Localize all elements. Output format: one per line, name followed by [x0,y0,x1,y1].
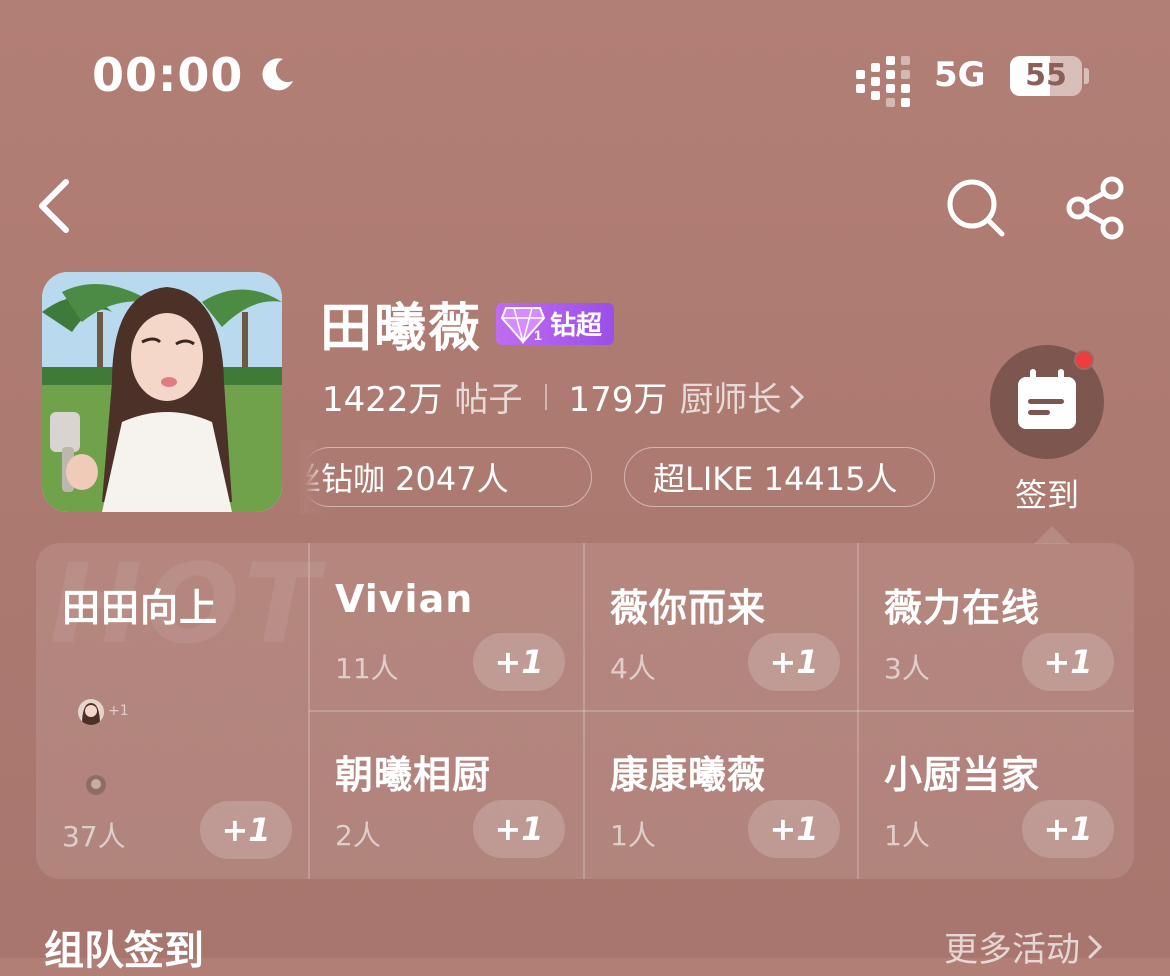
vip-badge[interactable]: 1 钻超 [496,302,615,345]
status-time: 00:00 [92,48,297,102]
group-count: 11人 [335,652,399,685]
group-count: 2人 [335,819,381,852]
badge-level: 1 [534,327,542,343]
back-chevron-left-icon[interactable] [34,176,74,236]
plus-one-button[interactable]: +1 [748,800,840,858]
chevron-right-icon [1088,935,1103,958]
group-title: 薇力在线 [884,586,1041,630]
like-chip-text: 超LIKE 14415人 [653,460,898,498]
group-card[interactable]: 薇力在线 3人 +1 [858,543,1134,710]
group-count: 3人 [884,652,930,685]
group-count: 4人 [610,652,656,685]
more-activities-label: 更多活动 [944,930,1080,970]
group-card[interactable]: 薇你而来 4人 +1 [584,543,857,710]
plus-one-button[interactable]: +1 [473,800,565,858]
fans-chip-text: 丝钻咖 2047人 [300,460,509,498]
plus-one-button[interactable]: +1 [1022,800,1114,858]
group-count: 1人 [884,819,930,852]
status-time-text: 00:00 [92,48,244,102]
search-icon[interactable] [944,176,1008,240]
chip-fade [300,440,326,514]
moon-icon [262,58,294,91]
mini-avatar [78,699,104,725]
mini-avatar [86,775,106,795]
members-link[interactable]: 厨师长 [679,372,781,421]
badge-label: 钻超 [550,311,603,341]
plus-one-button[interactable]: +1 [200,801,292,859]
chevron-right-icon [790,385,805,408]
stats-row: 1422万 帖子 179万 厨师长 [322,372,807,421]
fans-chip[interactable]: 丝钻咖 2047人 [300,447,592,507]
posts-label: 帖子 [454,380,523,420]
avatar-image [42,272,282,512]
battery-tip [1084,68,1089,84]
group-card[interactable]: 康康曦薇 1人 +1 [584,712,857,879]
group-card[interactable]: 朝曦相厨 2人 +1 [309,712,583,879]
hot-watermark: HOT [50,540,323,668]
diamond-icon: 1 [500,306,546,344]
battery-level: 55 [1025,58,1067,93]
group-title: 朝曦相厨 [335,753,492,797]
group-count: 1人 [610,819,656,852]
stats-divider [544,383,547,410]
notification-dot [1074,350,1094,370]
plus-one-button[interactable]: +1 [748,633,840,691]
profile-name: 田曦薇 [320,299,483,359]
plus-one-button[interactable]: +1 [1022,633,1114,691]
like-chip[interactable]: 超LIKE 14415人 [624,447,935,507]
network-type: 5G [934,55,986,95]
group-title: 薇你而来 [610,586,767,630]
battery-icon: 55 [1010,56,1082,96]
group-card[interactable]: 小厨当家 1人 +1 [858,712,1134,879]
signal-icon [856,56,910,107]
panel-pointer [1034,526,1070,544]
group-title: Vivian [335,577,474,621]
posts-count: 1422万 [322,380,443,420]
name-row: 田曦薇 1 钻超 [320,286,615,361]
members-count: 179万 [568,380,668,420]
section-title: 组队签到 [44,928,204,974]
group-count: 37人 [62,820,126,853]
group-title: 康康曦薇 [610,753,767,797]
mini-plus: +1 [108,703,129,719]
checkin-label[interactable]: 签到 [990,470,1104,516]
more-activities-link[interactable]: 更多活动 [944,922,1104,971]
group-card[interactable]: Vivian 11人 +1 [309,543,583,710]
share-icon[interactable] [1064,176,1128,240]
plus-one-button[interactable]: +1 [473,633,565,691]
group-title: 小厨当家 [884,753,1041,797]
avatar[interactable] [42,272,282,512]
